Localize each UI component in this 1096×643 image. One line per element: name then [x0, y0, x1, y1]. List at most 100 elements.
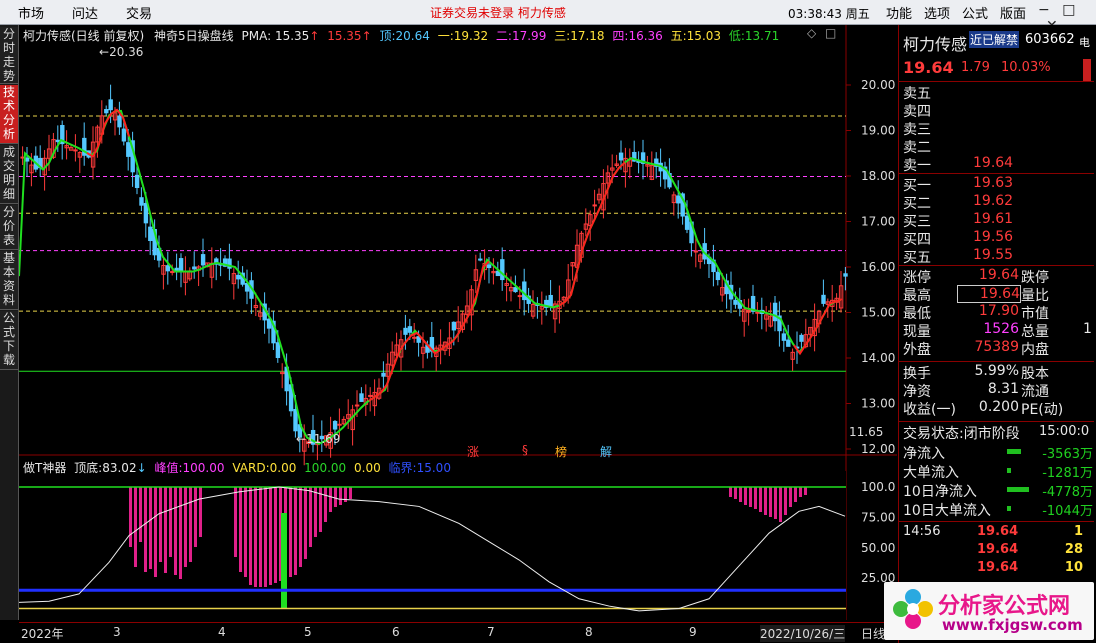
buy-level-1-label: 买一	[903, 178, 931, 194]
arrow-up-icon: ↑	[361, 29, 372, 43]
stat2-row: 收益(一) 0.200 PE(动)	[903, 399, 1093, 418]
stat-value: 19.64	[957, 285, 1021, 303]
tick-volume: 1	[1073, 524, 1083, 539]
price-axis-label: 19.00	[861, 124, 895, 138]
price-axis-label: 20.00	[861, 78, 895, 92]
sub-chart-bar	[794, 487, 797, 502]
candle-body	[104, 109, 109, 114]
sub-chart-bar	[184, 487, 187, 567]
stat2-label: 净资	[903, 384, 931, 400]
sub-chart-bar	[274, 487, 277, 583]
tab-formula-download[interactable]: 公式下载	[0, 311, 18, 370]
list-marker[interactable]: 榜	[555, 443, 567, 460]
menu-wenda[interactable]: 问达	[72, 3, 98, 22]
candle-body	[117, 115, 122, 128]
tick-row: 19.64 10	[903, 560, 1093, 578]
unlock-marker[interactable]: 解	[600, 443, 612, 460]
pma-label: PMA:	[241, 29, 272, 43]
sub-chart-bar	[134, 487, 137, 567]
stat-value-2: 1	[1083, 321, 1092, 337]
panel-side-button[interactable]	[1083, 59, 1091, 81]
stat2-label: 收益(一)	[903, 402, 956, 418]
menu-market[interactable]: 市场	[18, 3, 44, 22]
maximize-button[interactable]: □	[1062, 2, 1075, 18]
flow-value: -1281万	[1042, 466, 1093, 481]
tab-trade-details[interactable]: 成交明细	[0, 145, 18, 204]
fund-flow-row: 10日大单流入 -1044万	[903, 500, 1093, 519]
sub-chart-bar	[299, 487, 302, 567]
sub-chart-bar	[779, 487, 782, 522]
panel-tab-icon[interactable]: 电	[1079, 34, 1090, 50]
tab-basic-info[interactable]: 基本资料	[0, 251, 18, 310]
level5-value: 15.03	[686, 29, 722, 43]
period-label[interactable]: 日线	[861, 625, 885, 642]
menu-options[interactable]: 选项	[924, 3, 950, 22]
chart-area[interactable]: 20.00 19.00 18.00 17.00 16.00 15.00 14.00 13.00…	[19, 25, 897, 620]
stat-row: 最高 19.64 量比	[903, 285, 1093, 304]
sub-chart-bar	[309, 487, 312, 547]
sub-chart-bar	[289, 487, 292, 577]
sell-level-5: 卖五	[903, 83, 931, 102]
tick-time: 14:56	[903, 524, 941, 539]
sub-chart-bar	[179, 487, 182, 579]
candle-body	[478, 258, 483, 261]
level4-value: 16.36	[628, 29, 663, 43]
sub-chart-bar	[304, 487, 307, 559]
sub-chart-bar	[159, 487, 162, 562]
sub-chart-name[interactable]: 做T神器	[23, 461, 66, 475]
menu-layout[interactable]: 版面	[1000, 3, 1026, 22]
limit-up-marker[interactable]: 涨	[467, 443, 479, 460]
sub-chart-bar	[169, 487, 172, 557]
candle-body	[126, 142, 131, 157]
tick-price: 19.64	[977, 542, 1019, 557]
level3-label: 三:	[554, 29, 571, 43]
time-axis: 2022年 3 4 5 6 7 8 9 2022/10/26/三 日线	[19, 622, 897, 643]
stat-value: 75389	[974, 339, 1019, 355]
tick-price: 19.64	[977, 524, 1019, 539]
tab-intraday[interactable]: 分时走势	[0, 27, 18, 84]
login-notice[interactable]: 证券交易未登录 柯力传感	[430, 4, 566, 21]
trade-state-time: 15:00:0	[1039, 424, 1090, 439]
flow-bar	[1007, 487, 1029, 492]
vard-value-3: 0.00	[354, 461, 381, 475]
flow-label: 10日净流入	[903, 484, 977, 500]
sell-level-3-label: 卖三	[903, 122, 931, 138]
buy-level-4-price: 19.56	[973, 229, 1014, 245]
time-label-9: 9	[689, 625, 697, 639]
minimize-button[interactable]: −	[1038, 2, 1050, 18]
menu-function[interactable]: 功能	[886, 3, 912, 22]
unlock-tag[interactable]: 近已解禁	[969, 31, 1020, 48]
diamond-icon[interactable]: ◇	[807, 26, 816, 40]
candle-body	[676, 195, 681, 204]
flow-value: -4778万	[1042, 485, 1093, 500]
stat-label: 外盘	[903, 342, 931, 358]
sub-chart-bar	[739, 487, 742, 502]
kline-chart[interactable]: 20.00 19.00 18.00 17.00 16.00 15.00 14.00 13.00…	[19, 25, 897, 620]
stat-label: 现量	[903, 324, 931, 340]
left-vertical-nav: 分时走势 技术分析 成交明细 分价表 基本资料 公式下载	[0, 25, 19, 620]
section-marker[interactable]: §	[522, 443, 528, 457]
stat-label-2: 量比	[1021, 288, 1049, 304]
tick-volume: 10	[1064, 560, 1083, 575]
menu-trade[interactable]: 交易	[126, 3, 152, 22]
sub-chart-bar	[174, 487, 177, 575]
sub-chart-bar	[774, 487, 777, 519]
tab-technical[interactable]: 技术分析	[0, 85, 18, 144]
square-icon[interactable]: □	[825, 26, 836, 40]
flow-label: 净流入	[903, 446, 945, 462]
candle-body	[200, 254, 206, 266]
sell-level-2: 卖二	[903, 137, 931, 156]
candle-body	[500, 259, 505, 281]
stat-label-2: 内盘	[1021, 342, 1049, 358]
indicator-name[interactable]: 神奇5日操盘线	[154, 29, 234, 43]
candle-body	[337, 423, 342, 426]
menu-formula[interactable]: 公式	[962, 3, 988, 22]
chart-title[interactable]: 柯力传感(日线 前复权)	[23, 29, 144, 43]
tab-price-table[interactable]: 分价表	[0, 205, 18, 250]
sub-chart-bar	[149, 487, 152, 569]
time-label-4: 4	[218, 625, 226, 639]
candle-body	[781, 333, 787, 341]
candle-body	[359, 393, 364, 402]
candle-body	[733, 299, 738, 305]
sub-chart-bar	[314, 487, 317, 537]
